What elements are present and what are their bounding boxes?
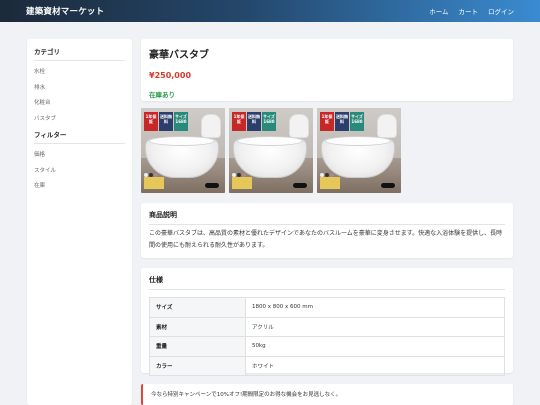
- nav-link-home[interactable]: ホーム: [429, 6, 448, 16]
- nav-link-login[interactable]: ログイン: [488, 6, 514, 16]
- table-row: 重量 50kg: [149, 336, 505, 357]
- nav-links: ホーム カート ログイン: [429, 6, 514, 16]
- badge-warranty: 1年保証: [144, 112, 158, 131]
- filter-item-stock[interactable]: 在庫: [34, 179, 125, 195]
- campaign-notice: 今なら特別キャンペーンで10%オフ!期間限定のお得な機会をお見逃しなく。: [141, 384, 513, 405]
- description-heading: 商品説明: [149, 210, 505, 225]
- sidebar-item-vanity[interactable]: 化粧台: [34, 96, 125, 112]
- spec-heading: 仕様: [149, 275, 505, 290]
- table-row: サイズ 1800 x 800 x 600 mm: [149, 297, 505, 318]
- image-tag: [205, 183, 219, 188]
- spec-key: サイズ: [149, 297, 246, 318]
- spec-table: サイズ 1800 x 800 x 600 mm 素材 アクリル 重量 50kg …: [149, 297, 505, 376]
- badge-size: サイズ1680: [262, 112, 276, 131]
- spec-value: 1800 x 800 x 600 mm: [245, 297, 505, 318]
- badge-free-shipping: 送料無料: [159, 112, 173, 131]
- spec-card: 仕様 サイズ 1800 x 800 x 600 mm 素材 アクリル 重量 50…: [141, 268, 513, 376]
- product-image-1[interactable]: 1年保証 送料無料 サイズ1680: [141, 108, 225, 193]
- spec-value: ホワイト: [245, 355, 505, 376]
- site-brand[interactable]: 建築資材マーケット: [26, 5, 104, 17]
- top-navbar: 建築資材マーケット ホーム カート ログイン: [0, 0, 540, 22]
- badge-size: サイズ1680: [174, 112, 188, 131]
- image-tag: [381, 183, 395, 188]
- filter-heading: フィルター: [34, 129, 125, 144]
- filter-item-price[interactable]: 価格: [34, 148, 125, 164]
- stock-status: 在庫あり: [149, 91, 175, 99]
- product-gallery: 1年保証 送料無料 サイズ1680 1年保証 送料無料 サイズ1680 1年保証…: [141, 108, 513, 193]
- badge-size: サイズ1680: [350, 112, 364, 131]
- product-image-2[interactable]: 1年保証 送料無料 サイズ1680: [229, 108, 313, 193]
- spec-key: カラー: [149, 355, 246, 376]
- product-image-3[interactable]: 1年保証 送料無料 サイズ1680: [317, 108, 401, 193]
- badge-free-shipping: 送料無料: [247, 112, 261, 131]
- table-row: カラー ホワイト: [149, 355, 505, 376]
- category-heading: カテゴリ: [34, 46, 125, 61]
- badge-free-shipping: 送料無料: [335, 112, 349, 131]
- color-ribbon: [144, 177, 164, 189]
- filter-item-style[interactable]: スタイル: [34, 164, 125, 180]
- table-row: 素材 アクリル: [149, 316, 505, 337]
- sidebar-item-bathtub[interactable]: バスタブ: [34, 112, 125, 128]
- sidebar-item-faucet[interactable]: 水栓: [34, 65, 125, 81]
- color-ribbon: [320, 177, 340, 189]
- campaign-notice-text: 今なら特別キャンペーンで10%オフ!期間限定のお得な機会をお見逃しなく。: [151, 392, 342, 398]
- spec-key: 素材: [149, 316, 246, 337]
- product-title: 豪華バスタブ: [149, 50, 209, 61]
- badge-warranty: 1年保証: [232, 112, 246, 131]
- spec-value: アクリル: [245, 316, 505, 337]
- spec-value: 50kg: [245, 336, 505, 357]
- description-card: 商品説明 この豪華バスタブは、高品質の素材と優れたデザインであなたのバスルームを…: [141, 203, 513, 258]
- sidebar: カテゴリ 水栓 排水 化粧台 バスタブ フィルター 価格 スタイル 在庫: [27, 39, 132, 405]
- product-price: ¥250,000: [149, 71, 192, 80]
- badge-warranty: 1年保証: [320, 112, 334, 131]
- spec-key: 重量: [149, 336, 246, 357]
- product-header-card: 豪華バスタブ ¥250,000 在庫あり: [141, 39, 513, 101]
- sidebar-item-drain[interactable]: 排水: [34, 81, 125, 97]
- color-ribbon: [232, 177, 252, 189]
- description-text: この豪華バスタブは、高品質の素材と優れたデザインであなたのバスルームを豪華に変身…: [149, 230, 503, 249]
- image-tag: [293, 183, 307, 188]
- nav-link-cart[interactable]: カート: [459, 6, 479, 16]
